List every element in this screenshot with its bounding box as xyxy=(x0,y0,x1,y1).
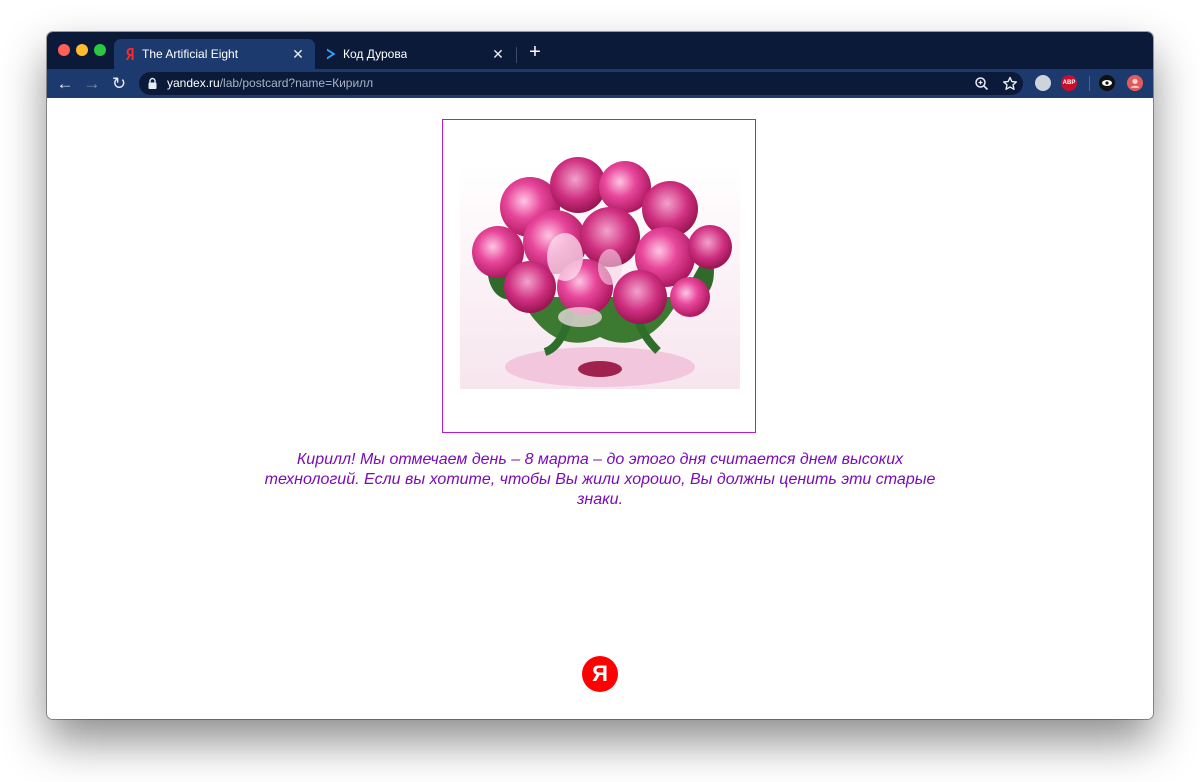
maximize-window-button[interactable] xyxy=(94,44,106,56)
close-window-button[interactable] xyxy=(58,44,70,56)
tab-kod-durova[interactable]: Код Дурова ✕ xyxy=(315,39,515,69)
adblock-plus-icon[interactable]: ABP xyxy=(1061,75,1077,91)
postcard-greeting: Кирилл! Мы отмечаем день – 8 марта – до … xyxy=(264,451,936,508)
bookmark-star-icon[interactable] xyxy=(1001,75,1019,93)
tab-close-icon[interactable]: ✕ xyxy=(290,46,306,62)
eye-extension-icon[interactable] xyxy=(1099,75,1115,91)
flower-bouquet-icon xyxy=(460,157,740,389)
tab-strip: The Artificial Eight ✕ Код Дурова ✕ + xyxy=(47,32,1153,69)
address-bar[interactable]: yandex.ru/lab/postcard?name=Кирилл xyxy=(139,72,1023,95)
yandex-logo[interactable]: Я xyxy=(582,656,618,692)
minimize-window-button[interactable] xyxy=(76,44,88,56)
tab-title: The Artificial Eight xyxy=(142,47,239,61)
postcard-frame xyxy=(442,119,756,433)
new-tab-button[interactable]: + xyxy=(525,42,545,62)
tab-divider xyxy=(516,47,517,63)
tab-the-artificial-eight[interactable]: The Artificial Eight ✕ xyxy=(114,39,315,69)
forward-button[interactable]: → xyxy=(81,73,103,95)
tab-title: Код Дурова xyxy=(343,47,408,61)
compass-extension-icon[interactable] xyxy=(1035,75,1051,91)
chevron-right-icon xyxy=(327,48,336,60)
reload-button[interactable]: ↻ xyxy=(108,73,130,95)
url-host: yandex.ru xyxy=(167,76,220,90)
yandex-ya-icon xyxy=(125,48,134,60)
back-button[interactable]: ← xyxy=(54,73,76,95)
toolbar-divider xyxy=(1089,76,1090,91)
tab-close-icon[interactable]: ✕ xyxy=(490,46,506,62)
browser-window: The Artificial Eight ✕ Код Дурова ✕ + ← … xyxy=(47,32,1153,719)
url-path: /lab/postcard?name=Кирилл xyxy=(219,76,374,90)
address-url[interactable]: yandex.ru/lab/postcard?name=Кирилл xyxy=(167,76,373,90)
profile-avatar-icon[interactable] xyxy=(1127,75,1143,91)
zoom-icon[interactable] xyxy=(973,75,991,93)
browser-toolbar: ← → ↻ yandex.ru/lab/postcard?name=Кирилл xyxy=(47,69,1153,98)
lock-icon[interactable] xyxy=(148,77,157,90)
page-content: Кирилл! Мы отмечаем день – 8 марта – до … xyxy=(47,98,1153,719)
screenshot-stage: The Artificial Eight ✕ Код Дурова ✕ + ← … xyxy=(0,0,1200,782)
